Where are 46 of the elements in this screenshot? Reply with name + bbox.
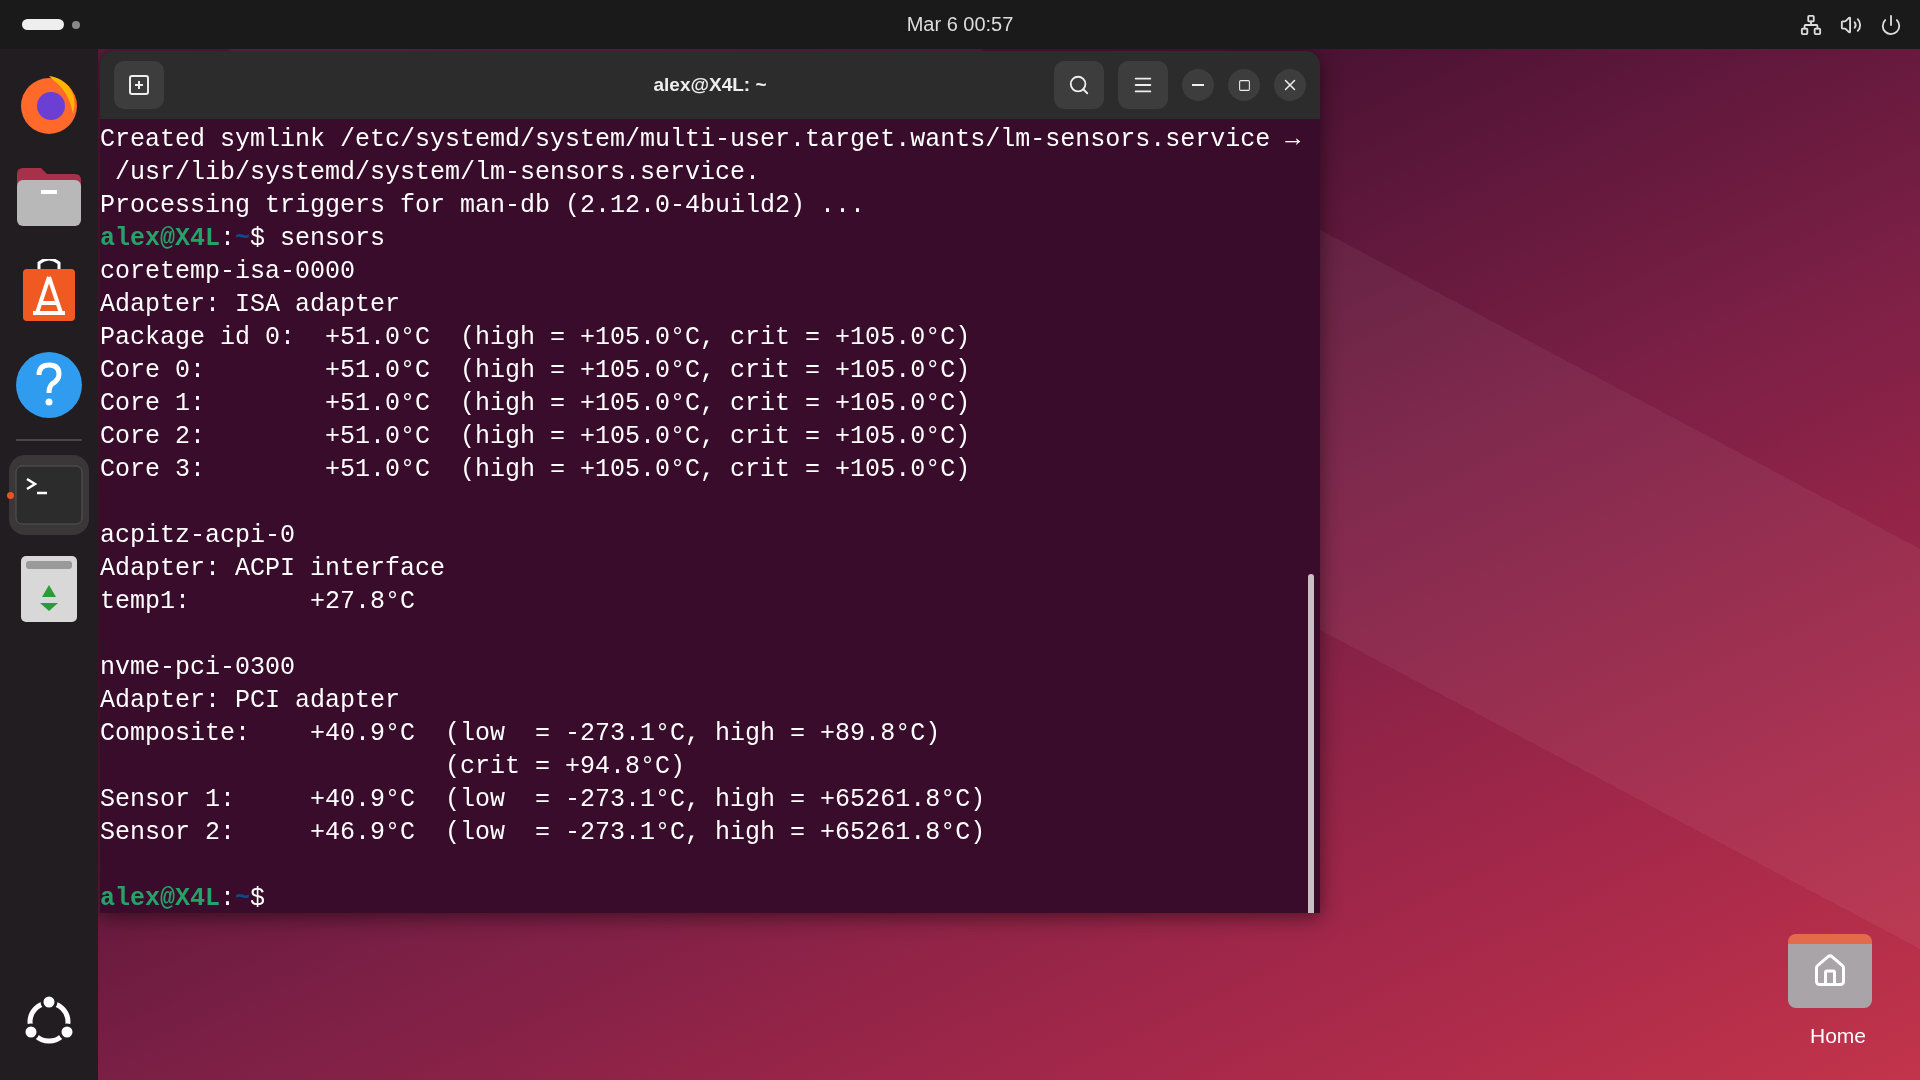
terminal-output-line: Core 2: +51.0°C (high = +105.0°C, crit = +105.0°C) <box>100 421 972 453</box>
activities-indicator[interactable] <box>22 19 80 30</box>
power-icon[interactable] <box>1880 13 1902 36</box>
home-folder-icon[interactable] <box>1788 934 1872 1008</box>
trash-icon <box>20 555 78 623</box>
terminal-output-line: Created symlink /etc/systemd/system/multi-user.target.wants/lm-sensors.service → <box>100 124 1302 156</box>
shell-command: sensors <box>279 223 386 255</box>
terminal-icon <box>15 465 83 525</box>
help-icon <box>15 351 83 419</box>
window-title: alex@X4L: ~ <box>653 74 767 96</box>
terminal-output-line: Adapter: PCI adapter <box>100 685 402 717</box>
terminal-output-line: Processing triggers for man-db (2.12.0-4build2) ... <box>100 190 867 222</box>
menu-button[interactable] <box>1118 61 1168 109</box>
new-tab-button[interactable] <box>114 61 164 109</box>
folder-icon <box>15 166 83 228</box>
minimize-icon <box>1192 84 1204 86</box>
terminal-output-line: Adapter: ACPI interface <box>100 553 447 585</box>
terminal-output-line: /usr/lib/systemd/system/lm-sensors.service. <box>114 157 762 189</box>
maximize-icon <box>1237 78 1251 92</box>
minimize-button[interactable] <box>1182 69 1214 101</box>
terminal-output-line: Adapter: ISA adapter <box>100 289 402 321</box>
terminal-output-line: (crit = +94.8°C) <box>444 751 687 783</box>
scrollbar[interactable] <box>1308 574 1314 913</box>
close-button[interactable] <box>1274 69 1306 101</box>
new-tab-icon <box>128 74 150 96</box>
shell-prompt: alex@X4L:~$ <box>100 223 266 255</box>
maximize-button[interactable] <box>1228 69 1260 101</box>
terminal-output-line: Core 0: +51.0°C (high = +105.0°C, crit = +105.0°C) <box>100 355 972 387</box>
terminal-output-line: Package id 0: +51.0°C (high = +105.0°C, crit = +105.0°C) <box>100 322 972 354</box>
terminal-output-line: Sensor 1: +40.9°C (low = -273.1°C, high = +65261.8°C) <box>100 784 987 816</box>
desktop-icon-label[interactable]: Home <box>1809 1024 1866 1048</box>
terminal-output-line: nvme-pci-0300 <box>100 652 297 684</box>
terminal-output-line: coretemp-isa-0000 <box>100 256 357 288</box>
terminal-output-line: Core 1: +51.0°C (high = +105.0°C, crit = +105.0°C) <box>100 388 972 420</box>
running-indicator <box>7 492 14 499</box>
terminal-output-line: temp1: +27.8°C <box>100 586 417 618</box>
search-icon <box>1068 74 1090 96</box>
shell-prompt: alex@X4L:~$ <box>100 883 266 913</box>
clock[interactable]: Mar 6 00:57 <box>896 9 1024 40</box>
shopping-bag-icon <box>21 259 77 323</box>
network-icon[interactable] <box>1800 13 1822 36</box>
terminal-output-line: Composite: +40.9°C (low = -273.1°C, high = +89.8°C) <box>100 718 942 750</box>
terminal-output-line: Core 3: +51.0°C (high = +105.0°C, crit = +105.0°C) <box>100 454 972 486</box>
terminal-output-line: acpitz-acpi-0 <box>100 520 297 552</box>
terminal-output-line: Sensor 2: +46.9°C (low = -273.1°C, high = +65261.8°C) <box>100 817 987 849</box>
search-button[interactable] <box>1054 61 1104 109</box>
